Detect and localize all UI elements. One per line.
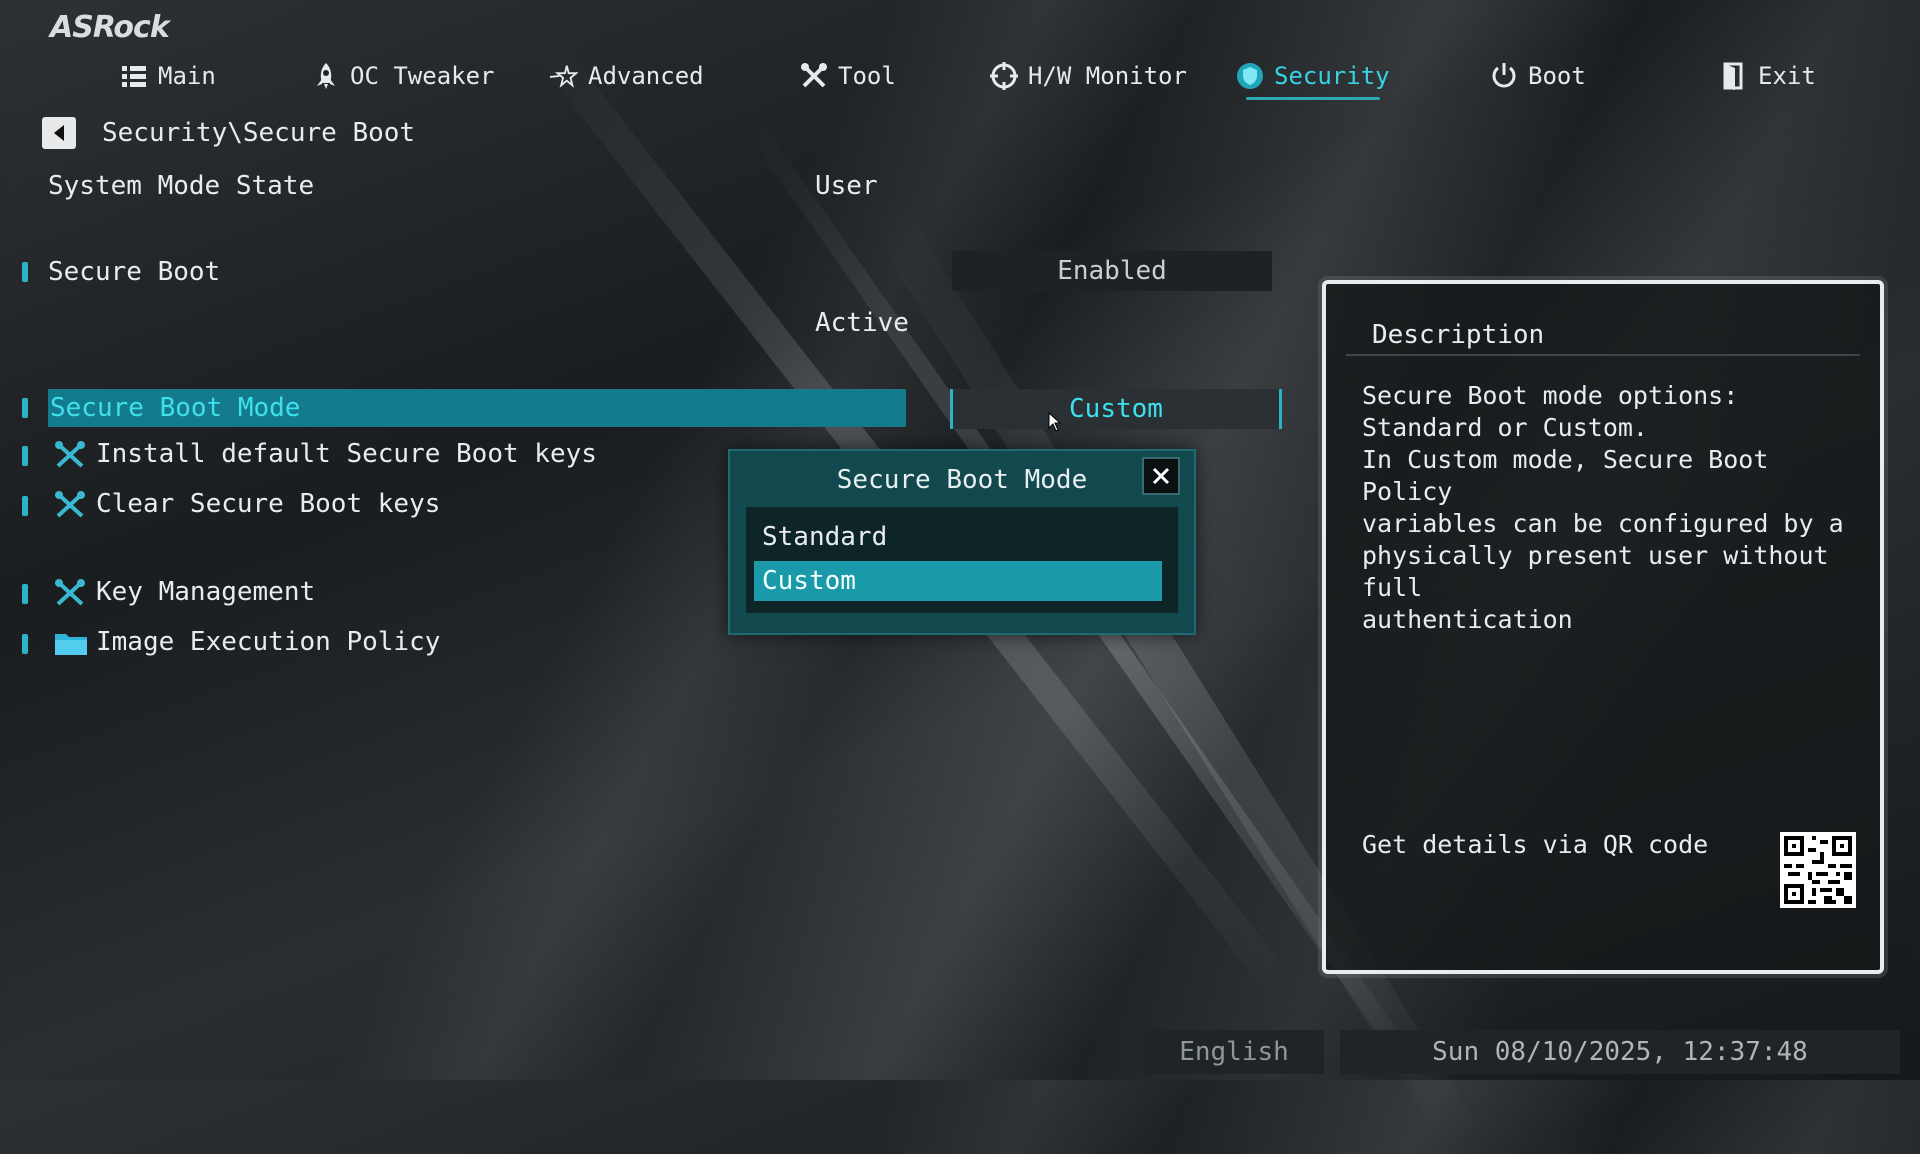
close-icon — [1152, 467, 1170, 485]
secure-boot-status: Active — [815, 308, 909, 338]
tab-hw-monitor[interactable]: H/W Monitor — [990, 58, 1187, 94]
clear-keys-row[interactable]: Clear Secure Boot keys — [0, 486, 700, 522]
language-selector[interactable]: English — [1144, 1030, 1324, 1074]
tab-oc-tweaker[interactable]: OC Tweaker — [312, 58, 495, 94]
item-marker — [22, 634, 28, 654]
back-button[interactable] — [42, 117, 76, 149]
breadcrumb: Security\Secure Boot — [42, 117, 415, 149]
item-marker — [22, 496, 28, 516]
power-icon — [1490, 62, 1518, 90]
tools-icon — [54, 578, 86, 615]
tab-label: Main — [158, 62, 216, 90]
tab-label: Advanced — [588, 62, 704, 90]
key-management-row[interactable]: Key Management — [0, 574, 700, 610]
tab-label: Boot — [1528, 62, 1586, 90]
item-marker — [22, 262, 28, 282]
close-button[interactable] — [1142, 457, 1180, 495]
option-custom[interactable]: Custom — [754, 561, 1162, 601]
secure-boot-mode-popup: Secure Boot Mode Standard Custom — [728, 449, 1196, 635]
install-keys-label: Install default Secure Boot keys — [96, 439, 597, 469]
option-standard[interactable]: Standard — [754, 517, 1162, 557]
breadcrumb-path: Security\Secure Boot — [102, 118, 416, 148]
description-text: Secure Boot mode options: Standard or Cu… — [1362, 381, 1844, 634]
secure-boot-mode-select[interactable]: Custom — [950, 389, 1282, 429]
arrow-left-icon — [54, 125, 64, 141]
tab-label: H/W Monitor — [1028, 62, 1187, 90]
tab-label: OC Tweaker — [350, 62, 495, 90]
qr-code-icon — [1780, 832, 1856, 908]
description-title: Description — [1372, 320, 1545, 350]
tab-label: Security — [1274, 62, 1390, 90]
exit-door-icon — [1720, 62, 1748, 90]
datetime-display: Sun 08/10/2025, 12:37:48 — [1340, 1030, 1900, 1074]
key-management-label: Key Management — [96, 577, 316, 607]
image-exec-label: Image Execution Policy — [96, 627, 441, 657]
tab-tool[interactable]: Tool — [800, 58, 896, 94]
description-panel: Description Secure Boot mode options: St… — [1322, 280, 1884, 974]
popup-title: Secure Boot Mode — [836, 465, 1088, 495]
secure-boot-mode-row[interactable]: Secure Boot Mode — [0, 390, 900, 426]
system-mode-label: System Mode State — [48, 171, 315, 201]
divider — [1346, 354, 1860, 356]
secure-boot-status-row: Active — [0, 305, 909, 341]
secure-boot-row[interactable]: Secure Boot — [0, 254, 900, 290]
top-navigation: Main OC Tweaker Advanced Tool H/W Monito… — [0, 58, 1920, 100]
rocket-icon — [312, 62, 340, 90]
tools-icon — [54, 440, 86, 477]
item-marker — [22, 446, 28, 466]
tab-label: Tool — [838, 62, 896, 90]
folder-icon — [54, 630, 88, 663]
secure-boot-label: Secure Boot — [48, 257, 221, 287]
tab-label: Exit — [1758, 62, 1816, 90]
system-mode-value: User — [815, 171, 878, 201]
tools-icon — [800, 62, 828, 90]
item-marker — [22, 584, 28, 604]
secure-boot-mode-label: Secure Boot Mode — [50, 393, 301, 423]
image-exec-row[interactable]: Image Execution Policy — [0, 624, 700, 660]
brand-logo: ASRock — [50, 10, 170, 45]
secure-boot-select[interactable]: Enabled — [952, 251, 1272, 291]
list-icon — [120, 62, 148, 90]
tab-exit[interactable]: Exit — [1720, 58, 1816, 94]
tab-security[interactable]: Security — [1236, 58, 1390, 100]
crosshair-icon — [990, 62, 1018, 90]
tools-icon — [54, 490, 86, 527]
shield-icon — [1236, 62, 1264, 90]
system-mode-row: System Mode State User — [0, 168, 900, 204]
clear-keys-label: Clear Secure Boot keys — [96, 489, 441, 519]
mouse-cursor-icon — [1048, 412, 1062, 432]
install-keys-row[interactable]: Install default Secure Boot keys — [0, 436, 700, 472]
item-marker — [22, 398, 28, 418]
star-icon — [550, 62, 578, 90]
tab-boot[interactable]: Boot — [1490, 58, 1586, 94]
popup-option-list: Standard Custom — [746, 507, 1178, 613]
tab-advanced[interactable]: Advanced — [550, 58, 704, 94]
qr-label: Get details via QR code — [1362, 830, 1709, 859]
tab-main[interactable]: Main — [120, 58, 216, 94]
